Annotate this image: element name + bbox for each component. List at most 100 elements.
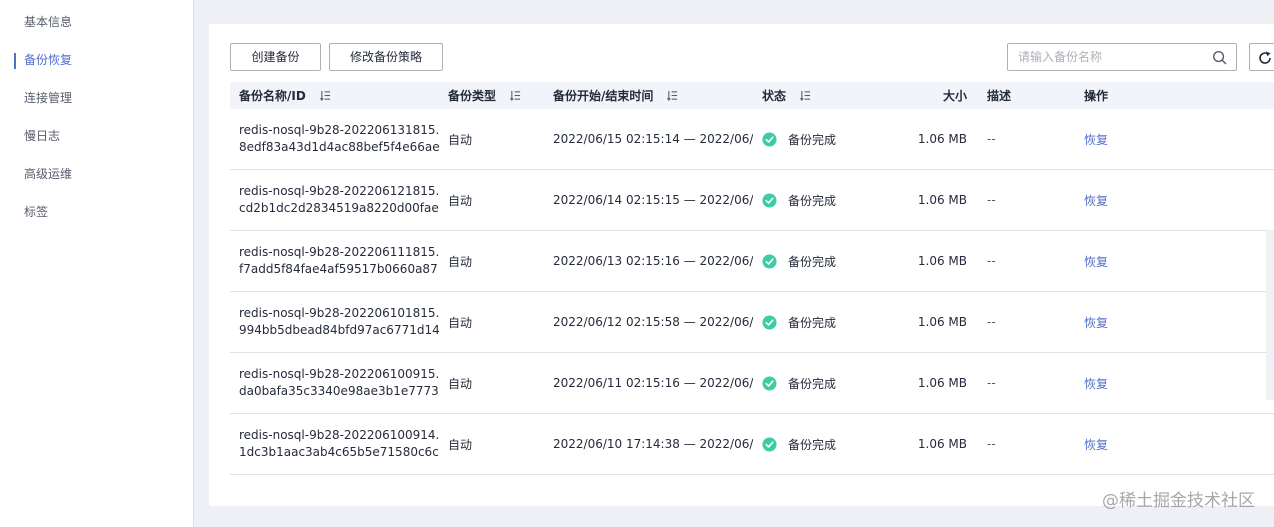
- backup-name: redis-nosql-9b28-202206101815...: [239, 306, 439, 320]
- header-type-label: 备份类型: [448, 89, 497, 103]
- sort-icon[interactable]: [800, 90, 811, 101]
- restore-link[interactable]: 恢复: [1084, 255, 1108, 269]
- backup-type: 自动: [448, 376, 473, 391]
- scrollbar[interactable]: [1266, 230, 1274, 400]
- sidebar-item-advanced-ops[interactable]: 高级运维: [0, 155, 193, 193]
- watermark: @稀土掘金技术社区: [1102, 491, 1255, 511]
- backup-type: 自动: [448, 193, 473, 208]
- table-row: redis-nosql-9b28-202206121815... cd2b1dc2…: [230, 170, 1274, 231]
- backup-time: 2022/06/14 02:15:15 — 2022/06/...: [553, 193, 753, 207]
- sort-icon[interactable]: [510, 90, 521, 101]
- backup-size: 1.06 MB: [917, 437, 967, 451]
- edit-backup-policy-button[interactable]: 修改备份策略: [329, 43, 443, 71]
- backup-type: 自动: [448, 132, 473, 147]
- search-box: [1007, 43, 1237, 71]
- header-size: 大小: [942, 89, 967, 103]
- op-cell: 恢复: [1080, 314, 1240, 331]
- backup-status-cell: 备份完成: [753, 192, 863, 209]
- backup-desc: --: [987, 376, 996, 390]
- check-circle-icon: [762, 192, 777, 208]
- sidebar: 基本信息 备份恢复 连接管理 慢日志 高级运维 标签: [0, 0, 194, 527]
- backup-id: 994bb5dbead84bfd97ac6771d14...: [239, 323, 439, 337]
- header-name-label: 备份名称/ID: [239, 89, 306, 103]
- table-row: redis-nosql-9b28-202206101815... 994bb5db…: [230, 292, 1274, 353]
- backup-time: 2022/06/12 02:15:58 — 2022/06/...: [553, 315, 753, 329]
- backup-type: 自动: [448, 315, 473, 330]
- check-circle-icon: [762, 314, 777, 330]
- restore-link[interactable]: 恢复: [1084, 133, 1108, 147]
- status-text: 备份完成: [788, 315, 837, 330]
- search-input[interactable]: [1008, 44, 1204, 70]
- status-text: 备份完成: [788, 254, 837, 269]
- refresh-button[interactable]: [1249, 43, 1274, 71]
- header-desc: 描述: [987, 89, 1012, 103]
- backup-name: redis-nosql-9b28-202206100914...: [239, 428, 439, 442]
- header-status[interactable]: 状态: [753, 87, 863, 104]
- check-circle-icon: [762, 375, 777, 391]
- op-cell: 恢复: [1080, 131, 1240, 148]
- backup-status-cell: 备份完成: [753, 131, 863, 148]
- backup-name: redis-nosql-9b28-202206100915...: [239, 367, 439, 381]
- header-time-label: 备份开始/结束时间: [553, 89, 654, 103]
- restore-link[interactable]: 恢复: [1084, 377, 1108, 391]
- backup-table: 备份名称/ID 备份类型 备份开始/结束时间 状态 大小 描述 操作 redis…: [230, 82, 1274, 475]
- status-text: 备份完成: [788, 376, 837, 391]
- backup-time: 2022/06/10 17:14:38 — 2022/06/...: [553, 437, 753, 451]
- table-row: redis-nosql-9b28-202206111815... f7add5f8…: [230, 231, 1274, 292]
- backup-size: 1.06 MB: [917, 254, 967, 268]
- table-row: redis-nosql-9b28-202206100915... da0bafa3…: [230, 353, 1274, 414]
- restore-link[interactable]: 恢复: [1084, 194, 1108, 208]
- backup-name: redis-nosql-9b28-202206131815...: [239, 123, 439, 137]
- backup-name-cell: redis-nosql-9b28-202206100915... da0bafa3…: [230, 366, 439, 400]
- status-text: 备份完成: [788, 132, 837, 147]
- create-backup-button[interactable]: 创建备份: [230, 43, 321, 71]
- sidebar-item-tags[interactable]: 标签: [0, 193, 193, 231]
- backup-id: 1dc3b1aac3ab4c65b5e71580c6c...: [239, 445, 439, 459]
- status-text: 备份完成: [788, 193, 837, 208]
- backup-panel: 创建备份 修改备份策略 备份名称/ID: [209, 24, 1274, 506]
- refresh-icon: [1259, 51, 1271, 64]
- op-cell: 恢复: [1080, 253, 1240, 270]
- backup-status-cell: 备份完成: [753, 253, 863, 270]
- backup-id: cd2b1dc2d2834519a8220d00fae...: [239, 201, 439, 215]
- header-type[interactable]: 备份类型: [439, 87, 544, 104]
- header-op: 操作: [1084, 89, 1109, 103]
- backup-name-cell: redis-nosql-9b28-202206131815... 8edf83a4…: [230, 122, 439, 156]
- backup-id: f7add5f84fae4af59517b0660a87...: [239, 262, 439, 276]
- table-row: redis-nosql-9b28-202206100914... 1dc3b1aa…: [230, 414, 1274, 475]
- sidebar-item-backup-restore[interactable]: 备份恢复: [0, 41, 193, 79]
- restore-link[interactable]: 恢复: [1084, 438, 1108, 452]
- header-time[interactable]: 备份开始/结束时间: [544, 87, 753, 104]
- table-row: redis-nosql-9b28-202206131815... 8edf83a4…: [230, 109, 1274, 170]
- header-name[interactable]: 备份名称/ID: [230, 87, 439, 104]
- backup-id: da0bafa35c3340e98ae3b1e7773...: [239, 384, 439, 398]
- header-status-label: 状态: [762, 89, 787, 103]
- sidebar-item-connection[interactable]: 连接管理: [0, 79, 193, 117]
- status-text: 备份完成: [788, 437, 837, 452]
- backup-desc: --: [987, 193, 996, 207]
- sort-icon[interactable]: [319, 90, 331, 101]
- backup-desc: --: [987, 132, 996, 146]
- restore-link[interactable]: 恢复: [1084, 316, 1108, 330]
- backup-name: redis-nosql-9b28-202206121815...: [239, 184, 439, 198]
- backup-size: 1.06 MB: [917, 132, 967, 146]
- backup-size: 1.06 MB: [917, 315, 967, 329]
- backup-name: redis-nosql-9b28-202206111815...: [239, 245, 439, 259]
- backup-size: 1.06 MB: [917, 193, 967, 207]
- op-cell: 恢复: [1080, 375, 1240, 392]
- backup-time: 2022/06/13 02:15:16 — 2022/06/...: [553, 254, 753, 268]
- backup-type: 自动: [448, 254, 473, 269]
- backup-status-cell: 备份完成: [753, 436, 863, 453]
- search-icon[interactable]: [1212, 50, 1227, 65]
- backup-name-cell: redis-nosql-9b28-202206121815... cd2b1dc2…: [230, 183, 439, 217]
- backup-time: 2022/06/15 02:15:14 — 2022/06/...: [553, 132, 753, 146]
- backup-desc: --: [987, 254, 996, 268]
- sidebar-item-basic-info[interactable]: 基本信息: [0, 0, 193, 41]
- backup-status-cell: 备份完成: [753, 375, 863, 392]
- op-cell: 恢复: [1080, 192, 1240, 209]
- sidebar-item-slow-log[interactable]: 慢日志: [0, 117, 193, 155]
- backup-name-cell: redis-nosql-9b28-202206100914... 1dc3b1aa…: [230, 427, 439, 461]
- backup-name-cell: redis-nosql-9b28-202206111815... f7add5f8…: [230, 244, 439, 278]
- backup-size: 1.06 MB: [917, 376, 967, 390]
- sort-icon[interactable]: [667, 90, 678, 101]
